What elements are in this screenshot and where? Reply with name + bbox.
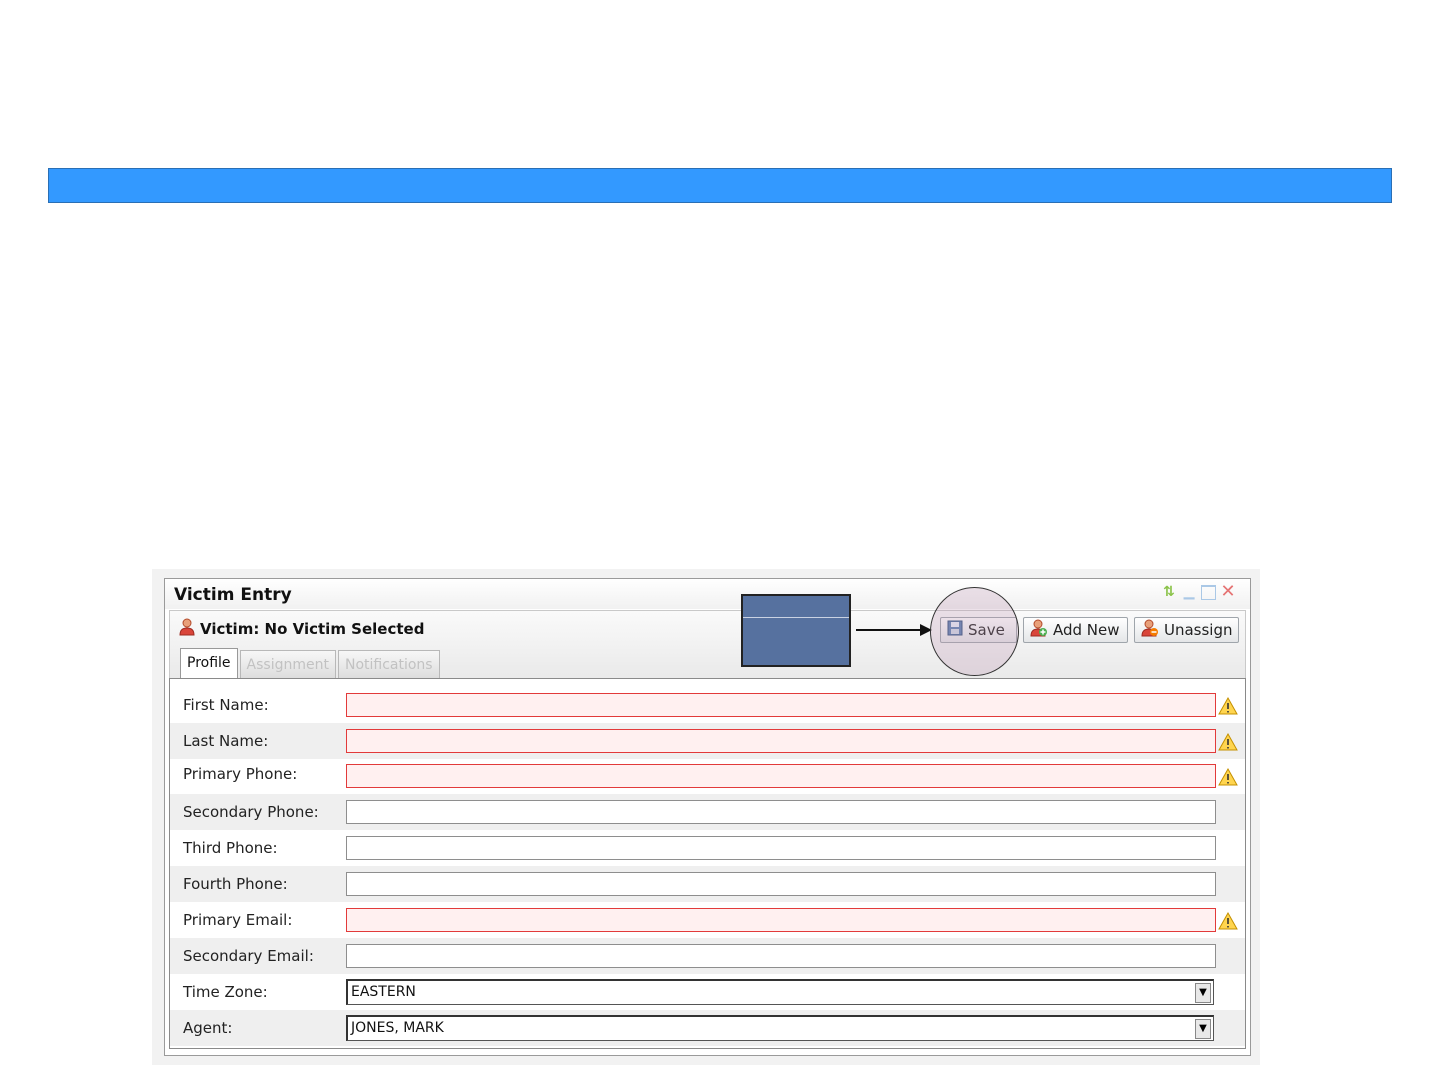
form-row-first-name: First Name: xyxy=(170,687,1245,723)
time-zone-label: Time Zone: xyxy=(183,983,268,1001)
warning-triangle-icon xyxy=(1218,911,1238,934)
first-name-field[interactable] xyxy=(346,693,1216,717)
minimize-icon[interactable]: ▁ xyxy=(1181,584,1197,600)
primary-phone-field[interactable] xyxy=(346,764,1216,788)
time-zone-select[interactable]: EASTERN ▼ xyxy=(346,979,1214,1005)
top-banner-bar xyxy=(48,168,1392,203)
form-row-fourth-phone: Fourth Phone: xyxy=(170,866,1245,902)
form-row-third-phone: Third Phone: xyxy=(170,830,1245,866)
add-person-icon xyxy=(1030,619,1048,641)
remove-person-icon xyxy=(1141,619,1159,641)
victim-selection-label: Victim: No Victim Selected xyxy=(200,620,425,638)
save-highlight-circle xyxy=(930,587,1019,676)
third-phone-label: Third Phone: xyxy=(183,839,278,857)
tab-assignment[interactable]: Assignment xyxy=(239,650,336,679)
person-icon xyxy=(178,618,196,640)
form-row-secondary-phone: Secondary Phone: xyxy=(170,794,1245,830)
primary-email-field[interactable] xyxy=(346,908,1216,932)
callout-arrow xyxy=(856,624,932,636)
maximize-icon[interactable] xyxy=(1201,584,1216,600)
warning-triangle-icon xyxy=(1218,696,1238,719)
warning-triangle-icon xyxy=(1218,767,1238,790)
chevron-down-icon[interactable]: ▼ xyxy=(1195,1019,1211,1039)
fourth-phone-label: Fourth Phone: xyxy=(183,875,288,893)
agent-select[interactable]: JONES, MARK ▼ xyxy=(346,1015,1214,1041)
agent-value: JONES, MARK xyxy=(351,1020,444,1036)
secondary-email-field[interactable] xyxy=(346,944,1216,968)
form-row-secondary-email: Secondary Email: xyxy=(170,938,1245,974)
profile-form: First Name: Last Name: Primary Phone: Se… xyxy=(169,678,1246,1049)
panel-header: Victim Entry ⇅ ▁ ✕ xyxy=(165,579,1250,609)
add-new-button[interactable]: Add New xyxy=(1023,617,1128,643)
third-phone-field[interactable] xyxy=(346,836,1216,860)
secondary-phone-label: Secondary Phone: xyxy=(183,803,319,821)
secondary-email-label: Secondary Email: xyxy=(183,947,314,965)
last-name-label: Last Name: xyxy=(183,732,269,750)
first-name-label: First Name: xyxy=(183,696,269,714)
victim-entry-panel: Victim Entry ⇅ ▁ ✕ Victim: No Victim Sel… xyxy=(164,578,1251,1056)
callout-divider xyxy=(743,617,849,618)
time-zone-value: EASTERN xyxy=(351,984,416,1000)
primary-phone-label: Primary Phone: xyxy=(183,765,298,783)
form-row-last-name: Last Name: xyxy=(170,723,1245,759)
unassign-button-label: Unassign xyxy=(1164,621,1233,639)
refresh-icon[interactable]: ⇅ xyxy=(1161,584,1177,600)
last-name-field[interactable] xyxy=(346,729,1216,753)
callout-box xyxy=(741,594,851,667)
window-controls: ⇅ ▁ ✕ xyxy=(1161,583,1236,601)
tab-strip: Profile Assignment Notifications xyxy=(180,648,440,679)
form-row-primary-email: Primary Email: xyxy=(170,902,1245,938)
secondary-phone-field[interactable] xyxy=(346,800,1216,824)
tab-profile[interactable]: Profile xyxy=(180,648,238,679)
tab-notifications[interactable]: Notifications xyxy=(337,650,440,679)
panel-title: Victim Entry xyxy=(174,585,292,605)
warning-triangle-icon xyxy=(1218,732,1238,755)
agent-label: Agent: xyxy=(183,1019,233,1037)
fourth-phone-field[interactable] xyxy=(346,872,1216,896)
unassign-button[interactable]: Unassign xyxy=(1134,617,1239,643)
form-row-primary-phone: Primary Phone: xyxy=(170,759,1245,795)
form-row-time-zone: Time Zone: EASTERN ▼ xyxy=(170,974,1245,1010)
form-row-agent: Agent: JONES, MARK ▼ xyxy=(170,1010,1245,1046)
add-new-button-label: Add New xyxy=(1053,621,1120,639)
toolbar-area: Victim: No Victim Selected Save Add New … xyxy=(169,610,1246,680)
primary-email-label: Primary Email: xyxy=(183,911,293,929)
chevron-down-icon[interactable]: ▼ xyxy=(1195,983,1211,1003)
close-icon[interactable]: ✕ xyxy=(1220,583,1236,601)
